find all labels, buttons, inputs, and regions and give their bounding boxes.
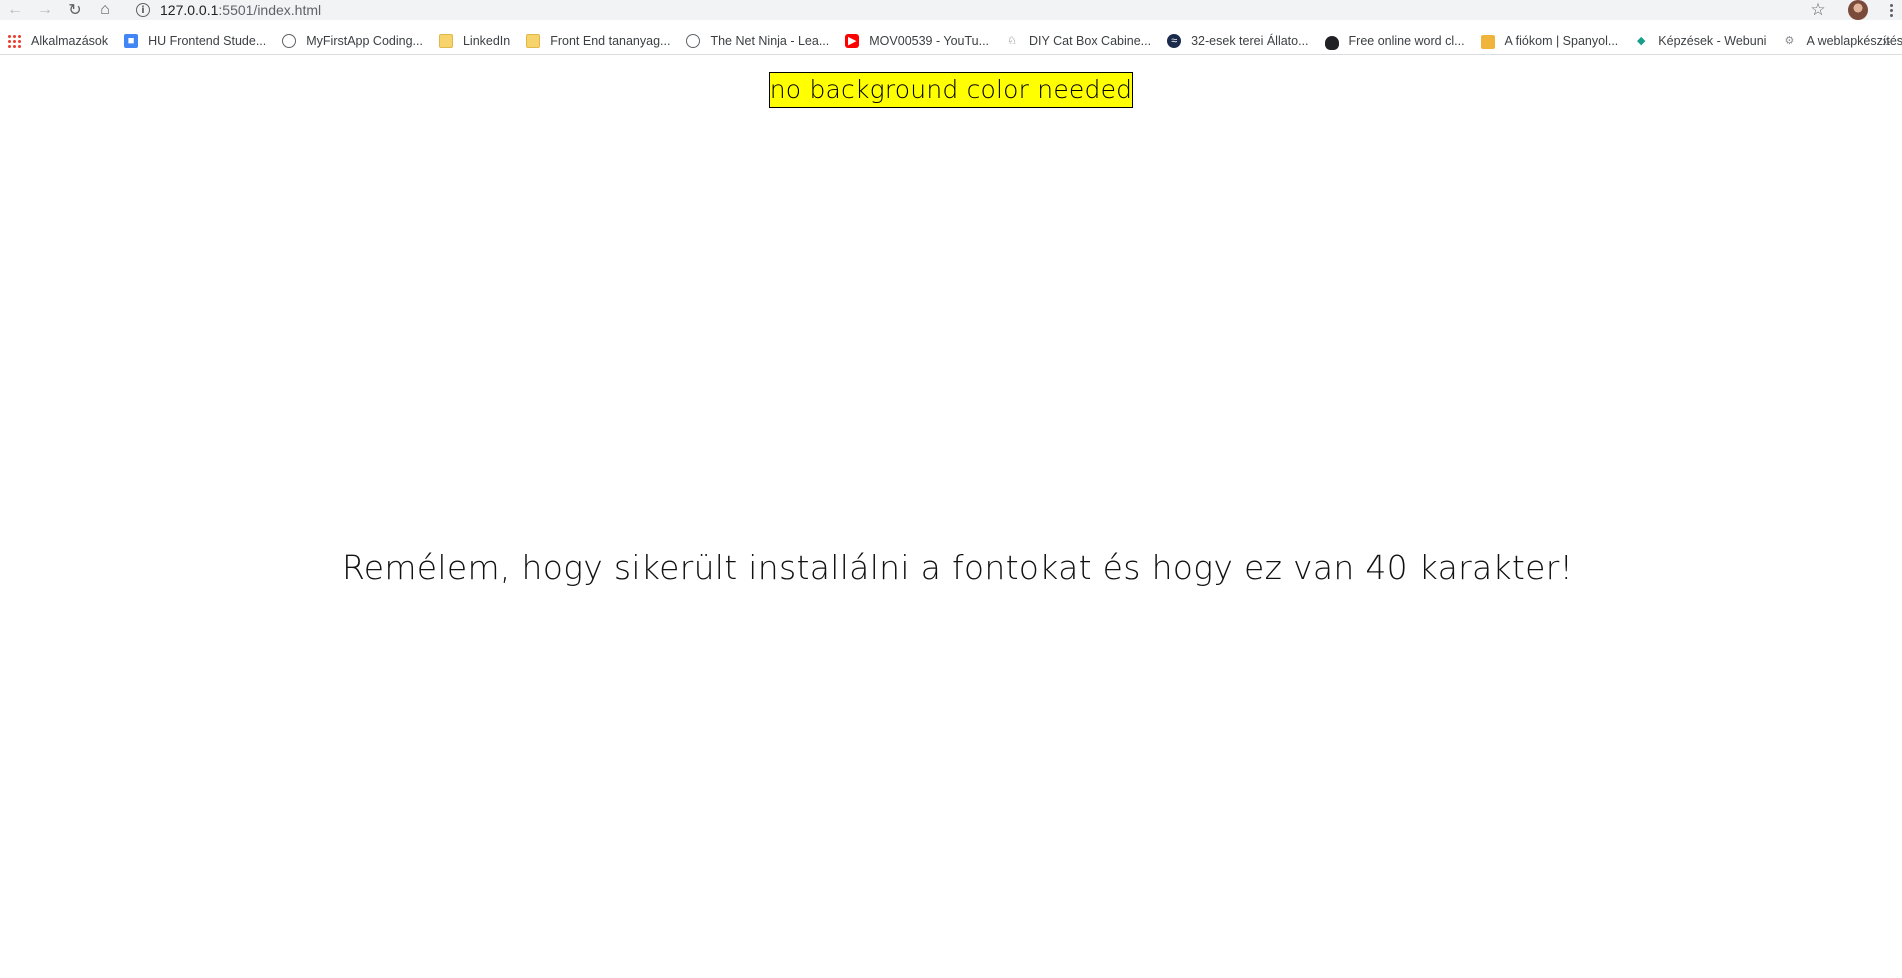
address-bar[interactable]: i 127.0.0.1:5501/index.html bbox=[136, 0, 1820, 20]
bookmark-label: Front End tananyag... bbox=[550, 34, 671, 48]
reload-icon[interactable]: ↻ bbox=[60, 0, 90, 20]
hu-icon: ■ bbox=[124, 34, 139, 48]
bookmark-hu-frontend[interactable]: ■ HU Frontend Stude... bbox=[117, 28, 275, 54]
bookmark-word-cloud[interactable]: Free online word cl... bbox=[1318, 28, 1474, 54]
bookmark-youtube[interactable]: ▶ MOV00539 - YouTu... bbox=[838, 28, 998, 54]
bookmark-label: LinkedIn bbox=[462, 34, 511, 48]
cat-icon: ♘ bbox=[1007, 35, 1017, 47]
page-header: no background color needed bbox=[0, 72, 1902, 108]
bookmark-label: MyFirstApp Coding... bbox=[306, 34, 423, 48]
main-paragraph: Remélem, hogy sikerült installálni a fon… bbox=[342, 548, 1574, 587]
bookmark-apps[interactable]: Alkalmazások bbox=[0, 28, 117, 54]
gear-icon: ⚙ bbox=[1784, 35, 1795, 47]
wave-icon: ≈ bbox=[1167, 34, 1182, 48]
back-arrow-icon[interactable]: ← bbox=[0, 0, 30, 20]
globe-icon bbox=[686, 34, 701, 48]
bookmark-label: Alkalmazások bbox=[31, 34, 109, 48]
site-info-icon[interactable]: i bbox=[136, 3, 150, 17]
bookmark-myfirstapp[interactable]: MyFirstApp Coding... bbox=[275, 28, 432, 54]
folder-icon bbox=[526, 34, 541, 48]
bookmark-spanyol[interactable]: A fiókom | Spanyol... bbox=[1474, 28, 1628, 54]
bookmark-32-esek[interactable]: ≈ 32-esek terei Állato... bbox=[1160, 28, 1317, 54]
browser-menu-icon[interactable] bbox=[1884, 0, 1898, 20]
cloud-icon bbox=[1324, 35, 1339, 50]
bookmark-label: 32-esek terei Állato... bbox=[1191, 34, 1309, 48]
globe-icon bbox=[282, 34, 297, 48]
bookmark-label: Képzések - Webuni bbox=[1658, 34, 1767, 48]
bookmark-label: The Net Ninja - Lea... bbox=[710, 34, 830, 48]
bookmark-front-end[interactable]: Front End tananyag... bbox=[519, 28, 679, 54]
bookmark-label: Free online word cl... bbox=[1348, 34, 1465, 48]
youtube-icon: ▶ bbox=[845, 34, 860, 48]
url-host: 127.0.0.1 bbox=[160, 2, 219, 18]
url-path: :5501/index.html bbox=[218, 2, 322, 18]
card-icon bbox=[1480, 35, 1495, 49]
bookmark-label: MOV00539 - YouTu... bbox=[869, 34, 990, 48]
bookmark-label: A fiókom | Spanyol... bbox=[1504, 34, 1619, 48]
folder-icon bbox=[438, 34, 453, 48]
bookmarks-overflow-icon[interactable]: » bbox=[1882, 33, 1890, 50]
bookmarks-bar: Alkalmazások ■ HU Frontend Stude... MyFi… bbox=[0, 28, 1902, 55]
bookmark-diy-cat-box[interactable]: ♘ DIY Cat Box Cabine... bbox=[998, 28, 1160, 54]
bookmark-label: HU Frontend Stude... bbox=[148, 34, 267, 48]
highlighted-text: no background color needed bbox=[768, 72, 1134, 108]
apps-grid-icon bbox=[7, 34, 21, 48]
bookmark-webuni[interactable]: ◆ Képzések - Webuni bbox=[1627, 28, 1775, 54]
home-icon[interactable]: ⌂ bbox=[90, 0, 120, 20]
bookmark-label: DIY Cat Box Cabine... bbox=[1029, 34, 1152, 48]
profile-avatar[interactable] bbox=[1848, 0, 1868, 20]
bookmark-net-ninja[interactable]: The Net Ninja - Lea... bbox=[679, 28, 838, 54]
forward-arrow-icon[interactable]: → bbox=[30, 0, 60, 20]
graduation-cap-icon: ◆ bbox=[1637, 35, 1646, 47]
bookmark-linkedin[interactable]: LinkedIn bbox=[432, 28, 519, 54]
bookmark-star-icon[interactable]: ☆ bbox=[1806, 0, 1830, 20]
